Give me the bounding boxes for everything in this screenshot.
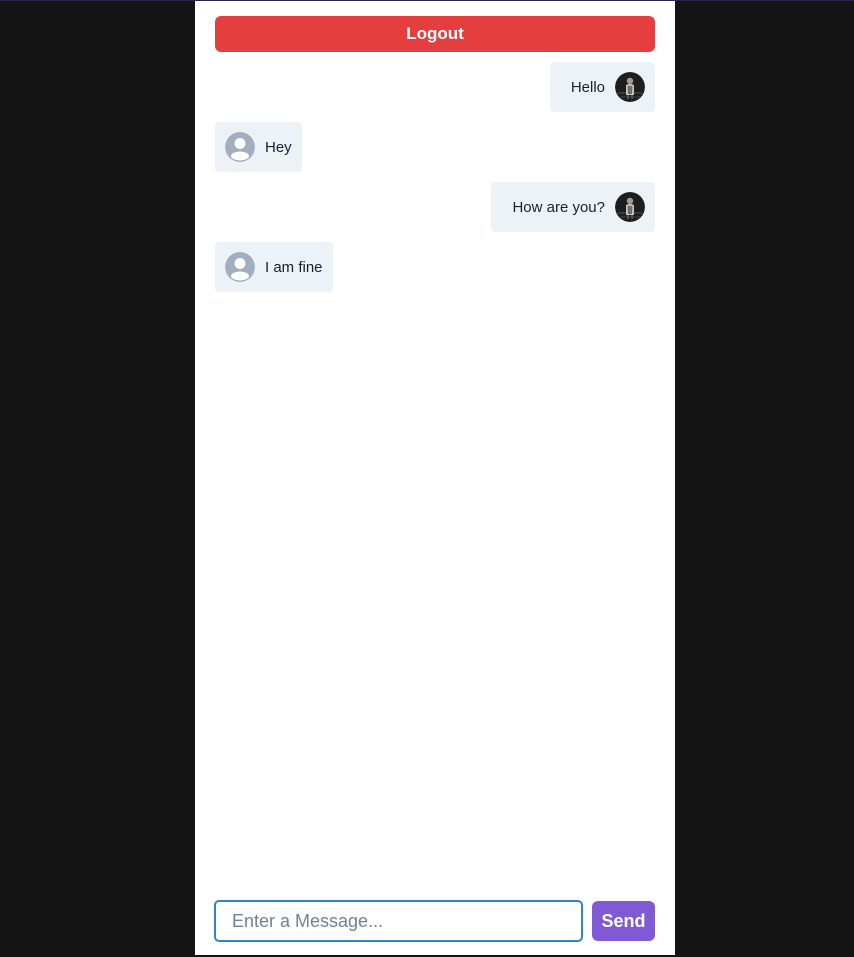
message-list: Hello Hey How are you? I am fine [215, 62, 655, 302]
message-bubble: I am fine [215, 242, 333, 292]
chat-panel: Logout Hello Hey How are you? I am fine … [195, 1, 675, 955]
message-bubble: Hey [215, 122, 302, 172]
message-text: Hello [570, 78, 605, 96]
message-row: Hello [215, 62, 655, 112]
message-input[interactable] [214, 900, 583, 942]
logout-button[interactable]: Logout [215, 16, 655, 52]
user-photo-avatar-icon [615, 192, 645, 222]
default-user-icon [225, 132, 255, 162]
send-button[interactable]: Send [592, 901, 655, 941]
message-row: Hey [215, 122, 655, 172]
message-bubble: How are you? [491, 182, 655, 232]
message-bubble: Hello [549, 62, 655, 112]
default-user-icon [225, 252, 255, 282]
message-text: How are you? [512, 198, 605, 216]
message-text: I am fine [265, 258, 323, 276]
message-text: Hey [265, 138, 292, 156]
user-photo-avatar-icon [615, 72, 645, 102]
message-composer: Send [214, 900, 655, 942]
message-row: How are you? [215, 182, 655, 232]
message-row: I am fine [215, 242, 655, 292]
